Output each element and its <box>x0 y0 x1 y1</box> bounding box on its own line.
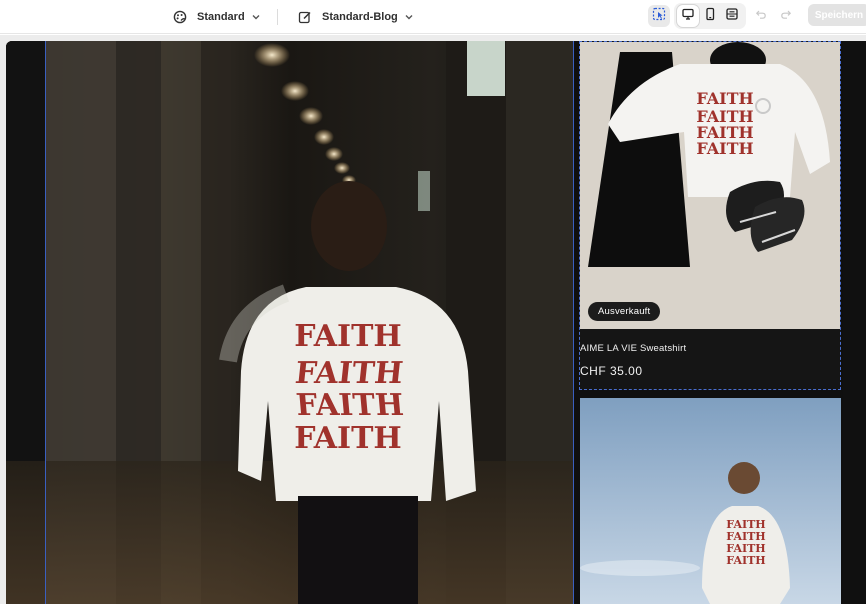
desktop-icon <box>681 7 695 26</box>
hero-print-line: FAITH <box>294 421 402 456</box>
storefront-preview: FAITH FAITH FAITH FAITH FAITH FAITH FAIT… <box>6 41 866 604</box>
preview-right-gutter <box>843 41 866 604</box>
hero-print-line: FAITH <box>295 388 406 423</box>
theme-selector[interactable]: Standard <box>172 5 261 29</box>
product-print-line: FAITH <box>696 89 753 108</box>
mobile-view-button[interactable] <box>699 5 721 27</box>
redo-button[interactable] <box>775 5 797 27</box>
product-image[interactable]: FAITH FAITH FAITH FAITH Ausverkauft <box>580 42 840 329</box>
preview-canvas: FAITH FAITH FAITH FAITH FAITH FAITH FAIT… <box>0 35 866 604</box>
mobile-icon <box>703 7 717 26</box>
save-button[interactable]: Speichern <box>808 4 866 26</box>
fullwidth-view-button[interactable] <box>721 5 743 27</box>
product-card[interactable]: FAITH FAITH FAITH FAITH <box>580 398 841 604</box>
undo-icon <box>755 7 767 25</box>
template-selector[interactable]: Standard-Blog <box>297 5 414 29</box>
product-title[interactable]: AIME LA VIE Sweatshirt <box>580 343 686 354</box>
palette-icon <box>172 9 188 25</box>
inspector-select-icon <box>652 7 666 26</box>
chevron-down-icon <box>251 12 261 22</box>
hero-print-line: FAITH <box>294 319 402 354</box>
redo-icon <box>780 7 792 25</box>
toolbar-divider <box>277 9 278 25</box>
product-price: CHF 35.00 <box>580 364 643 378</box>
product-card[interactable]: FAITH FAITH FAITH FAITH Ausverkauft AIME… <box>579 41 841 390</box>
product-print-line: FAITH <box>696 139 753 158</box>
editor-toolbar: Standard Standard-Blog Speichern <box>0 0 866 34</box>
template-label: Standard-Blog <box>322 11 398 23</box>
chevron-down-icon <box>404 12 414 22</box>
desktop-view-button[interactable] <box>677 5 699 27</box>
undo-button[interactable] <box>750 5 772 27</box>
product-image[interactable]: FAITH FAITH FAITH FAITH <box>580 398 841 604</box>
edit-icon <box>297 9 313 25</box>
inspector-button[interactable] <box>648 5 670 27</box>
hero-print-line: FAITH <box>293 356 404 391</box>
theme-label: Standard <box>197 11 245 23</box>
product-print-line: FAITH <box>726 554 765 567</box>
fullwidth-icon <box>725 7 739 26</box>
sold-out-badge: Ausverkauft <box>588 302 661 321</box>
hero-image[interactable]: FAITH FAITH FAITH FAITH <box>6 41 574 604</box>
